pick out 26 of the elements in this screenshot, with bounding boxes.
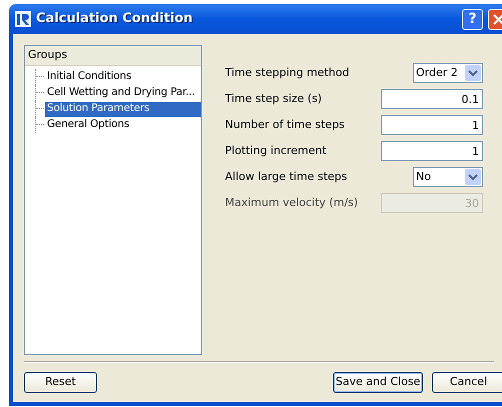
field-label: Time stepping method [225, 64, 350, 81]
field-label: Plotting increment [225, 142, 328, 159]
window-title: Calculation Condition [36, 10, 194, 28]
close-icon [493, 14, 502, 24]
input-field[interactable]: 0.1 [381, 89, 483, 109]
tree-item[interactable]: General Options [45, 118, 132, 132]
column-header: Groups [25, 46, 201, 66]
dropdown[interactable]: Order 2 [413, 63, 483, 83]
tree-connector [35, 69, 45, 85]
tree-item[interactable]: Initial Conditions [45, 70, 134, 84]
help-button[interactable]: ? [462, 8, 483, 30]
dialog-button[interactable]: Reset [24, 372, 97, 393]
tree-item[interactable]: Cell Wetting and Drying Par... [45, 86, 197, 100]
field-label: Number of time steps [225, 116, 346, 133]
input-field[interactable]: 1 [381, 115, 483, 135]
dropdown[interactable]: No [413, 167, 483, 187]
input-field[interactable]: 1 [381, 141, 483, 161]
app-logo-icon [15, 11, 31, 27]
dialog-button[interactable]: Save and Close [333, 372, 423, 393]
field-label: Time step size (s) [225, 90, 323, 107]
dialog-button[interactable]: Cancel [432, 372, 502, 393]
tree-connector [35, 85, 45, 101]
field-label: Allow large time steps [225, 168, 348, 185]
tree-connector [35, 117, 45, 133]
field-label: Maximum velocity (m/s) [225, 194, 359, 211]
tree-item[interactable]: Solution Parameters [45, 102, 201, 116]
